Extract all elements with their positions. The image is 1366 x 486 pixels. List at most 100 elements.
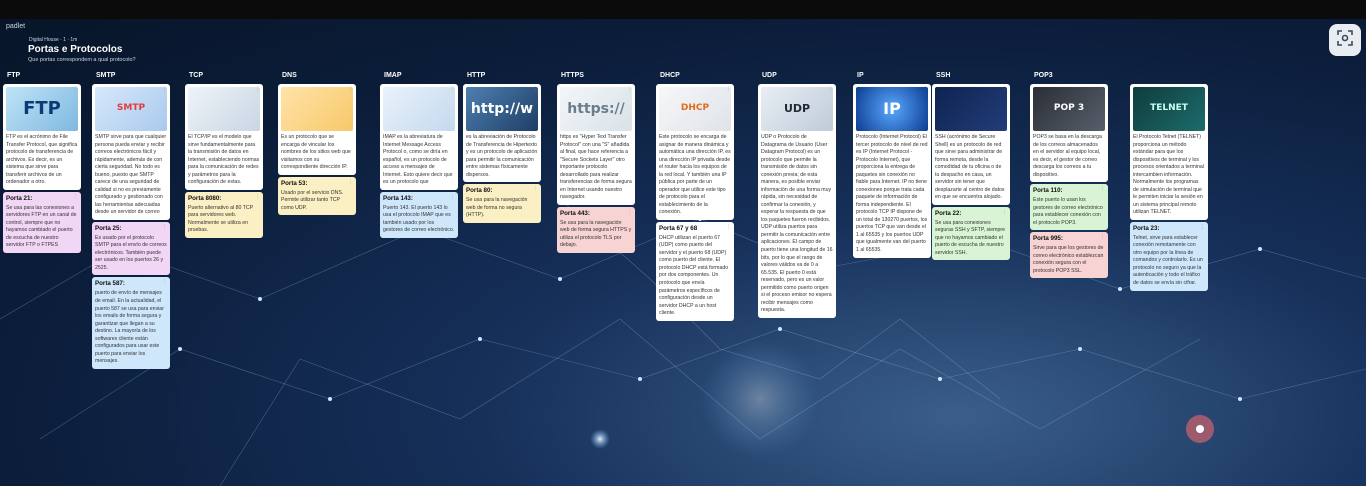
post-title: Porta 110:	[1033, 187, 1063, 195]
column-ftp: FTP ⋮ FTP FTP es el acrónimo de File Transf…	[3, 69, 81, 255]
post-card[interactable]: ⋮ https:// https es "Hyper Text Transfer P…	[557, 84, 635, 205]
post-card[interactable]: ⋮ FTP FTP es el acrónimo de File Transfer …	[3, 84, 81, 190]
column-header[interactable]: SMTP	[92, 69, 170, 84]
focus-mode-button[interactable]	[1329, 24, 1361, 56]
post-card[interactable]: ⋮ SSH (acrónimo de Secure Shell) es un pr…	[932, 84, 1010, 205]
post-card[interactable]: ⋮ http://w es la abreviación de Protocolo …	[463, 84, 541, 183]
post-body: El Protocolo Telnet (TELNET) proporciona…	[1133, 134, 1204, 216]
column-pop3: POP3 ⋮ POP 3 POP3 se basa en la descarga de…	[1030, 69, 1108, 280]
post-card[interactable]: ⋮ IP Protocolo (Internet Protocol) El terc…	[853, 84, 931, 258]
more-options-icon[interactable]: ⋮	[533, 186, 538, 193]
post-card[interactable]: ⋮ Es un protocolo que se encarga de vincu…	[278, 84, 356, 175]
more-options-icon[interactable]: ⋮	[1200, 86, 1205, 93]
ip-image: IP	[856, 87, 928, 131]
column-header[interactable]: POP3	[1030, 69, 1108, 84]
more-options-icon[interactable]: ⋮	[450, 194, 455, 201]
post-card[interactable]: ⋮ Porta 22: Se usa para conexiones seguras…	[932, 206, 1010, 261]
breadcrumb: Digital House · 1 · 1m	[29, 37, 78, 43]
browser-top-bar	[0, 0, 1366, 19]
post-body: Telnet, sirve para establecer conexión r…	[1133, 234, 1203, 287]
post-card[interactable]: ⋮ UDP UDP o Protocolo de Datagrama de Usua…	[758, 84, 836, 318]
udp-image: UDP	[761, 87, 833, 131]
more-options-icon[interactable]: ⋮	[348, 179, 353, 186]
column-header[interactable]: SSH	[932, 69, 1010, 84]
post-body: https es "Hyper Text Transfer Protocol" …	[560, 134, 632, 201]
more-options-icon[interactable]: ⋮	[450, 86, 455, 93]
more-options-icon[interactable]: ⋮	[162, 279, 167, 286]
post-card[interactable]: ⋮ Porta 8080: Puerto alternativo al 80 TCP…	[185, 191, 263, 238]
more-options-icon[interactable]: ⋮	[533, 86, 538, 93]
more-options-icon[interactable]: ⋮	[828, 86, 833, 93]
post-card[interactable]: ⋮ SMTP SMTP sirve para que cualquier perso…	[92, 84, 170, 220]
more-options-icon[interactable]: ⋮	[1002, 86, 1007, 93]
post-card[interactable]: ⋮ Porta 25: Es usado por el protocolo SMTP…	[92, 221, 170, 276]
more-options-icon[interactable]: ⋮	[627, 86, 632, 93]
column-smtp: SMTP ⋮ SMTP SMTP sirve para que cualquier p…	[92, 69, 170, 371]
column-header[interactable]: IP	[853, 69, 931, 84]
app-name[interactable]: padlet	[6, 23, 25, 30]
more-options-icon[interactable]: ⋮	[1100, 186, 1105, 193]
post-card[interactable]: ⋮ Porta 443: Se usa para la navegación web…	[557, 206, 635, 253]
post-title: Porta 21:	[6, 194, 33, 202]
more-options-icon[interactable]: ⋮	[627, 209, 632, 216]
column-header[interactable]: DNS	[278, 69, 356, 84]
post-card[interactable]: ⋮ Porta 53: Usado por el servicio DNS. Per…	[278, 176, 356, 216]
tcp-image	[188, 87, 260, 131]
post-card[interactable]: ⋮ TELNET El Protocolo Telnet (TELNET) prop…	[1130, 84, 1208, 220]
post-card[interactable]: ⋮ Porta 995: Sirve para que los gestores d…	[1030, 232, 1108, 279]
column-header[interactable]: TCP	[185, 69, 263, 84]
more-options-icon[interactable]: ⋮	[348, 86, 353, 93]
post-body: Se usa para conexiones seguras SSH y SFT…	[935, 219, 1005, 256]
more-options-icon[interactable]: ⋮	[73, 86, 78, 93]
column-dhcp: DHCP ⋮ DHCP Este protocolo se encarga de as…	[656, 69, 734, 323]
more-options-icon[interactable]: ⋮	[255, 86, 260, 93]
column-header[interactable]: HTTP	[463, 69, 541, 84]
post-card[interactable]: ⋮ Porta 21: Se usa para las conexiones a s…	[3, 191, 81, 253]
telnet-image: TELNET	[1133, 87, 1205, 131]
more-options-icon[interactable]: ⋮	[1002, 209, 1007, 216]
post-card[interactable]: ⋮ Porta 67 y 68 DHCP utilizan el puerto 67…	[656, 221, 734, 321]
post-body: Puerto alternativo al 80 TCP para servid…	[188, 204, 253, 234]
more-options-icon[interactable]: ⋮	[923, 86, 928, 93]
thumbnail-label: TELNET	[1150, 103, 1188, 114]
post-body: Se usa para las conexiones a servidores …	[6, 204, 77, 249]
column-tcp: TCP ⋮ El TCP/IP es el modelo que sirve fun…	[185, 69, 263, 240]
post-body: Se usa para la navegación web de forma s…	[560, 219, 632, 249]
column-header[interactable]: FTP	[3, 69, 81, 84]
more-options-icon[interactable]: ⋮	[73, 194, 78, 201]
column-header[interactable]: UDP	[758, 69, 836, 84]
more-options-icon[interactable]: ⋮	[726, 86, 731, 93]
column-header[interactable]: DHCP	[656, 69, 734, 84]
post-title: Porta 80:	[466, 187, 493, 195]
post-card[interactable]: ⋮ El TCP/IP es el modelo que sirve fundam…	[185, 84, 263, 190]
post-card[interactable]: ⋮ IMAP es la abreviatura de Internet Mess…	[380, 84, 458, 190]
more-options-icon[interactable]: ⋮	[726, 224, 731, 231]
column-imap: IMAP ⋮ IMAP es la abreviatura de Internet …	[380, 69, 458, 240]
more-options-icon[interactable]: ⋮	[162, 224, 167, 231]
thumbnail-label: DHCP	[680, 103, 710, 114]
column-https: HTTPS ⋮ https://https es "Hyper Text Trans…	[557, 69, 635, 255]
post-card[interactable]: ⋮ Porta 80: Se usa para la navegación web …	[463, 184, 541, 223]
post-body: UDP o Protocolo de Datagrama de Usuario …	[761, 134, 833, 314]
thumbnail-label: https://	[567, 100, 625, 117]
post-card[interactable]: ⋮ Porta 110: Este puerto lo usan los gesto…	[1030, 184, 1108, 231]
post-card[interactable]: ⋮ POP 3 POP3 se basa en la descarga de los…	[1030, 84, 1108, 183]
post-card[interactable]: ⋮ Porta 587: puerto de envío de mensajes d…	[92, 277, 170, 369]
column-header[interactable]: HTTPS	[557, 69, 635, 84]
more-options-icon[interactable]: ⋮	[162, 86, 167, 93]
more-options-icon[interactable]: ⋮	[1200, 224, 1205, 231]
post-body: Sirve para que los gestores de correo el…	[1033, 245, 1104, 274]
post-body: SMTP sirve para que cualquier persona pu…	[95, 134, 167, 216]
more-options-icon[interactable]: ⋮	[1100, 234, 1105, 241]
more-options-icon[interactable]: ⋮	[1100, 86, 1105, 93]
post-body: puerto de envío de mensajes de email. En…	[95, 290, 164, 365]
column-header[interactable]	[1130, 69, 1208, 84]
thumbnail-label: http://w	[470, 100, 534, 117]
post-card[interactable]: ⋮ DHCP Este protocolo se encarga de asigna…	[656, 84, 734, 220]
post-body: Usado por el servicio DNS. Permite utili…	[281, 189, 344, 211]
more-options-icon[interactable]: ⋮	[255, 194, 260, 201]
post-card[interactable]: ⋮ Porta 23: Telnet, sirve para establecer …	[1130, 221, 1208, 291]
column-header[interactable]: IMAP	[380, 69, 458, 84]
post-card[interactable]: ⋮ Porta 143: Puerto 143. El puerto 143 lo …	[380, 191, 458, 238]
post-body: Protocolo (Internet Protocol) El tercer …	[856, 134, 928, 253]
